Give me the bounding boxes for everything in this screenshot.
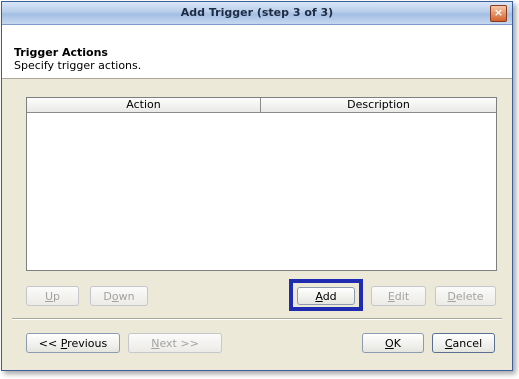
table-header: Action Description [27, 98, 496, 113]
next-label-rest: ext >> [159, 337, 199, 350]
cancel-label-rest: ancel [452, 337, 483, 350]
ok-label-rest: K [393, 337, 401, 350]
trigger-actions-table[interactable]: Action Description [26, 97, 497, 271]
up-button[interactable]: Up [26, 286, 79, 306]
add-label-rest: dd [322, 290, 337, 303]
cancel-button[interactable]: Cancel [432, 333, 495, 353]
add-button[interactable]: Add [297, 287, 355, 305]
down-button[interactable]: Down [90, 286, 148, 306]
next-button[interactable]: Next >> [128, 333, 222, 353]
previous-button[interactable]: << Previous [26, 333, 120, 353]
header-panel: Trigger Actions Specify trigger actions. [2, 25, 512, 79]
column-header-action[interactable]: Action [27, 98, 261, 112]
delete-button[interactable]: Delete [435, 286, 496, 306]
down-label-rest: wn [118, 290, 135, 303]
delete-label-rest: elete [455, 290, 484, 303]
down-label-pre: D [103, 290, 112, 303]
header-subtitle: Specify trigger actions. [14, 59, 142, 72]
ok-button[interactable]: OK [362, 333, 424, 353]
dialog-title: Add Trigger (step 3 of 3) [180, 6, 334, 19]
previous-label-rest: revious [67, 337, 108, 350]
up-label-rest: p [53, 290, 61, 303]
header-title: Trigger Actions [14, 46, 108, 59]
edit-label-rest: dit [394, 290, 410, 303]
footer-separator [12, 318, 502, 320]
title-bar[interactable]: Add Trigger (step 3 of 3) × [2, 2, 512, 25]
down-mnemonic: o [111, 290, 119, 303]
ok-mnemonic: O [385, 337, 394, 350]
delete-mnemonic: D [447, 290, 456, 303]
add-mnemonic: A [315, 290, 323, 303]
up-mnemonic: U [44, 290, 54, 303]
edit-button[interactable]: Edit [371, 286, 426, 306]
previous-label-pre: << [38, 337, 61, 350]
add-trigger-dialog: Add Trigger (step 3 of 3) × Trigger Acti… [1, 1, 513, 371]
column-header-description[interactable]: Description [261, 98, 496, 112]
close-icon[interactable]: × [490, 5, 507, 22]
cancel-mnemonic: C [444, 337, 453, 350]
edit-mnemonic: E [387, 290, 395, 303]
